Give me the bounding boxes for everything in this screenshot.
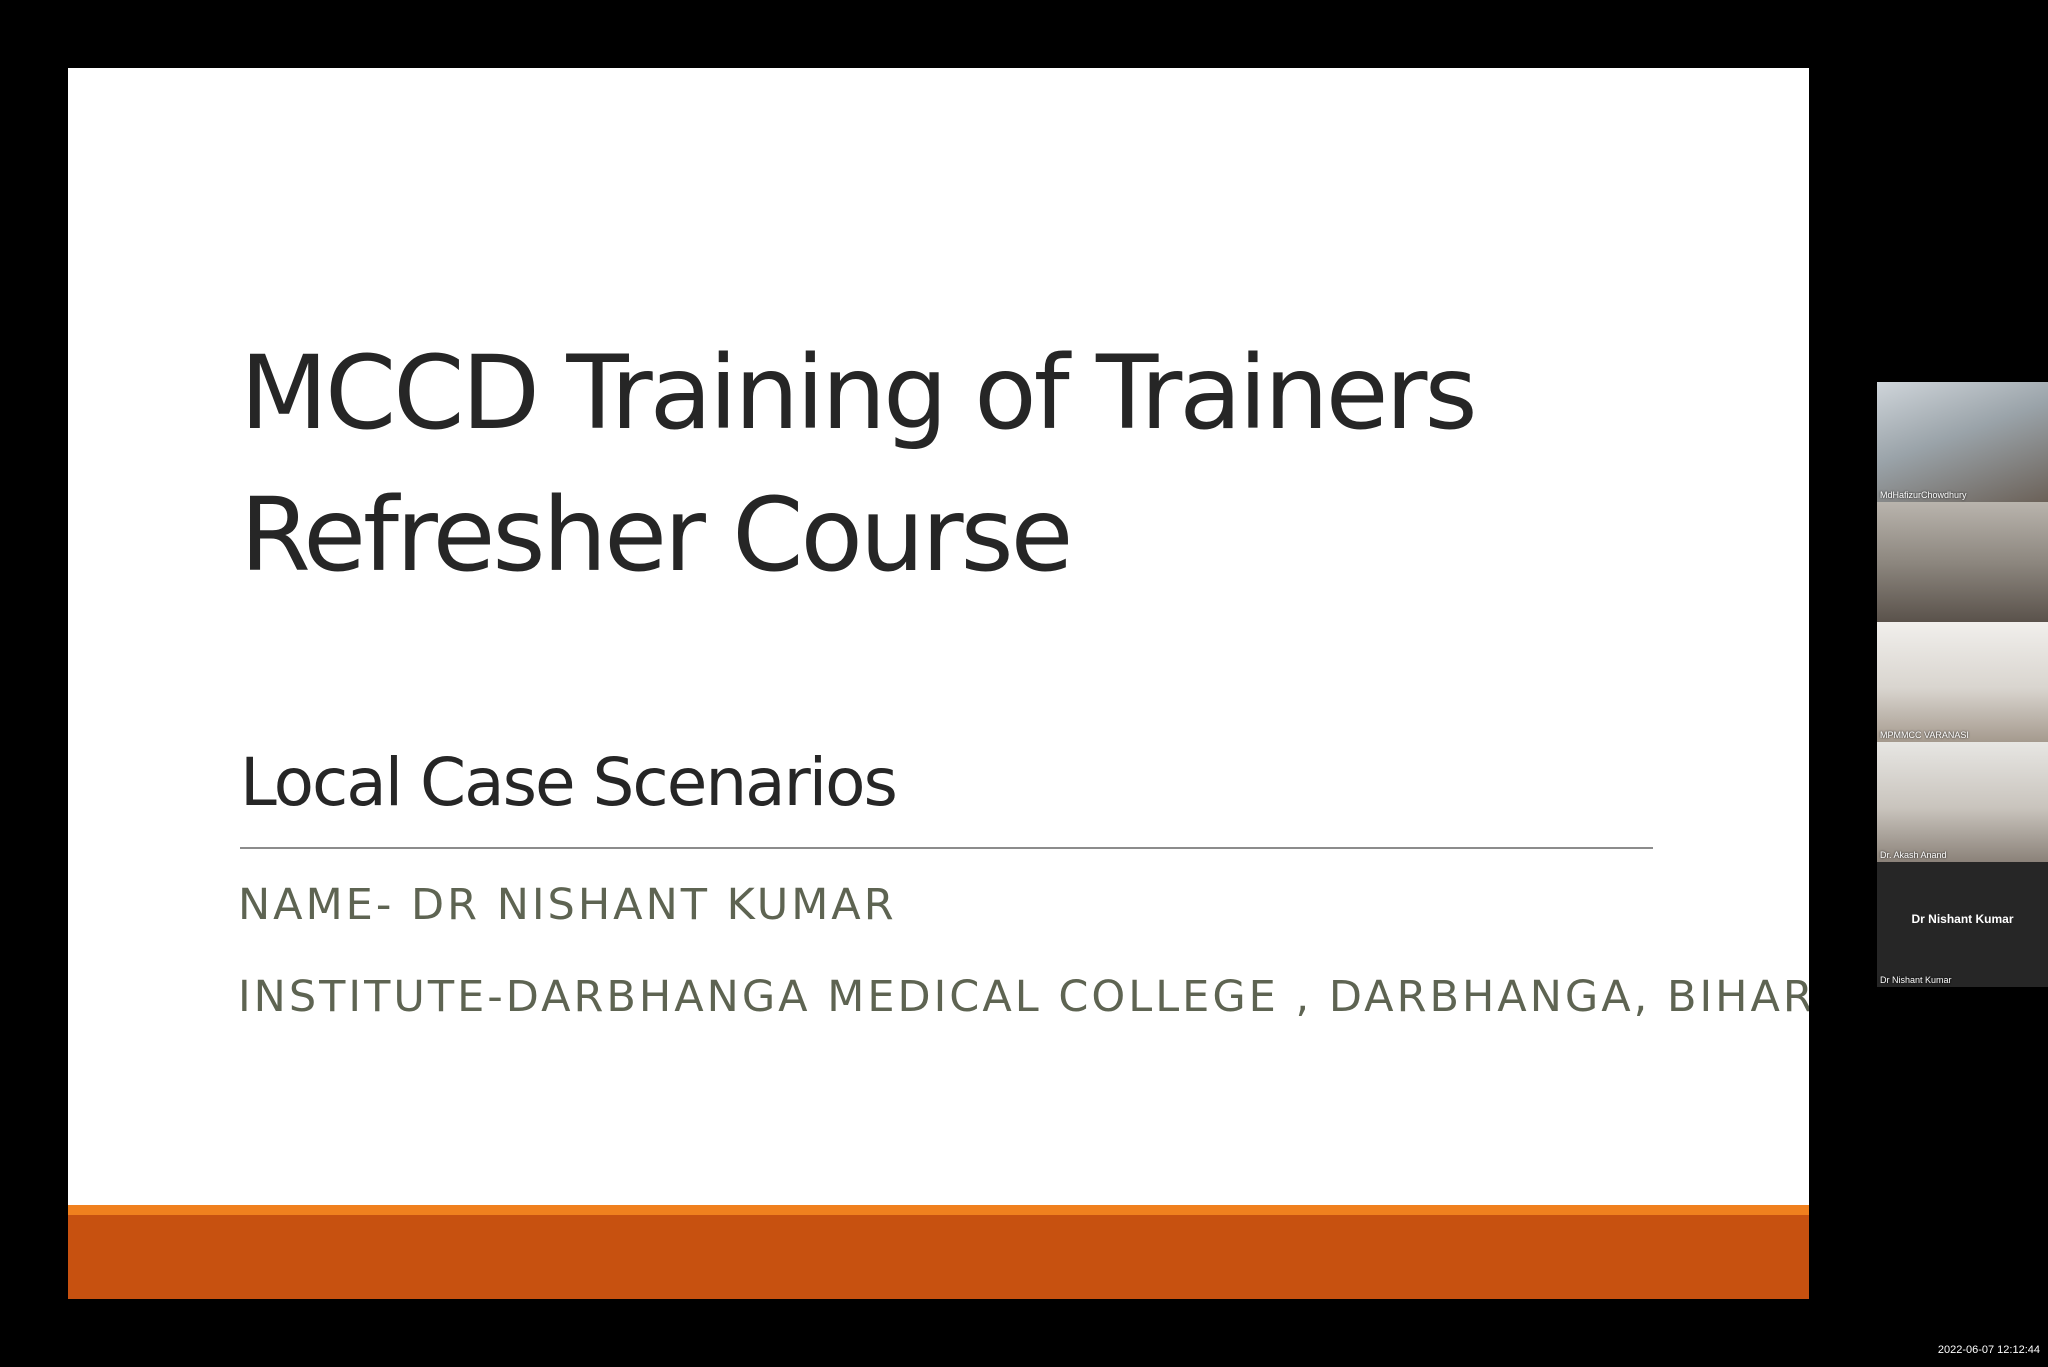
participant-tile[interactable]: MdHafizurChowdhury bbox=[1877, 382, 2048, 502]
participant-tile-no-video[interactable]: Dr Nishant Kumar Dr Nishant Kumar bbox=[1877, 862, 2048, 987]
participant-name: Dr. Akash Anand bbox=[1880, 850, 1947, 860]
participant-name: Dr Nishant Kumar bbox=[1880, 975, 1952, 985]
participant-tile[interactable]: MPMMCC VARANASI bbox=[1877, 622, 2048, 742]
slide-divider bbox=[240, 847, 1653, 849]
presenter-name: NAME- DR NISHANT KUMAR bbox=[238, 880, 897, 930]
participant-name: MdHafizurChowdhury bbox=[1880, 490, 1967, 500]
participant-tile[interactable] bbox=[1877, 502, 2048, 622]
slide-title-line-2: Refresher Course bbox=[240, 476, 1073, 595]
participant-panel: MdHafizurChowdhury MPMMCC VARANASI Dr. A… bbox=[1877, 382, 2048, 987]
participant-display-name: Dr Nishant Kumar bbox=[1911, 912, 2014, 926]
slide-accent-stripe bbox=[68, 1205, 1809, 1215]
slide-title: MCCD Training of Trainers Refresher Cour… bbox=[240, 323, 1478, 607]
slide-subtitle: Local Case Scenarios bbox=[240, 744, 898, 821]
slide-title-line-1: MCCD Training of Trainers bbox=[240, 334, 1478, 453]
participant-video bbox=[1877, 622, 2048, 742]
participant-tile[interactable]: Dr. Akash Anand bbox=[1877, 742, 2048, 862]
participant-video bbox=[1877, 382, 2048, 502]
participant-name: MPMMCC VARANASI bbox=[1880, 730, 1969, 740]
presenter-institute: INSTITUTE-DARBHANGA MEDICAL COLLEGE , DA… bbox=[238, 972, 1809, 1022]
recording-timestamp: 2022-06-07 12:12:44 bbox=[1937, 1344, 2040, 1356]
participant-video bbox=[1877, 502, 2048, 622]
participant-video bbox=[1877, 742, 2048, 862]
shared-slide: MCCD Training of Trainers Refresher Cour… bbox=[68, 68, 1809, 1299]
meeting-screen: MCCD Training of Trainers Refresher Cour… bbox=[0, 0, 2048, 1367]
slide-footer-bar bbox=[68, 1215, 1809, 1299]
